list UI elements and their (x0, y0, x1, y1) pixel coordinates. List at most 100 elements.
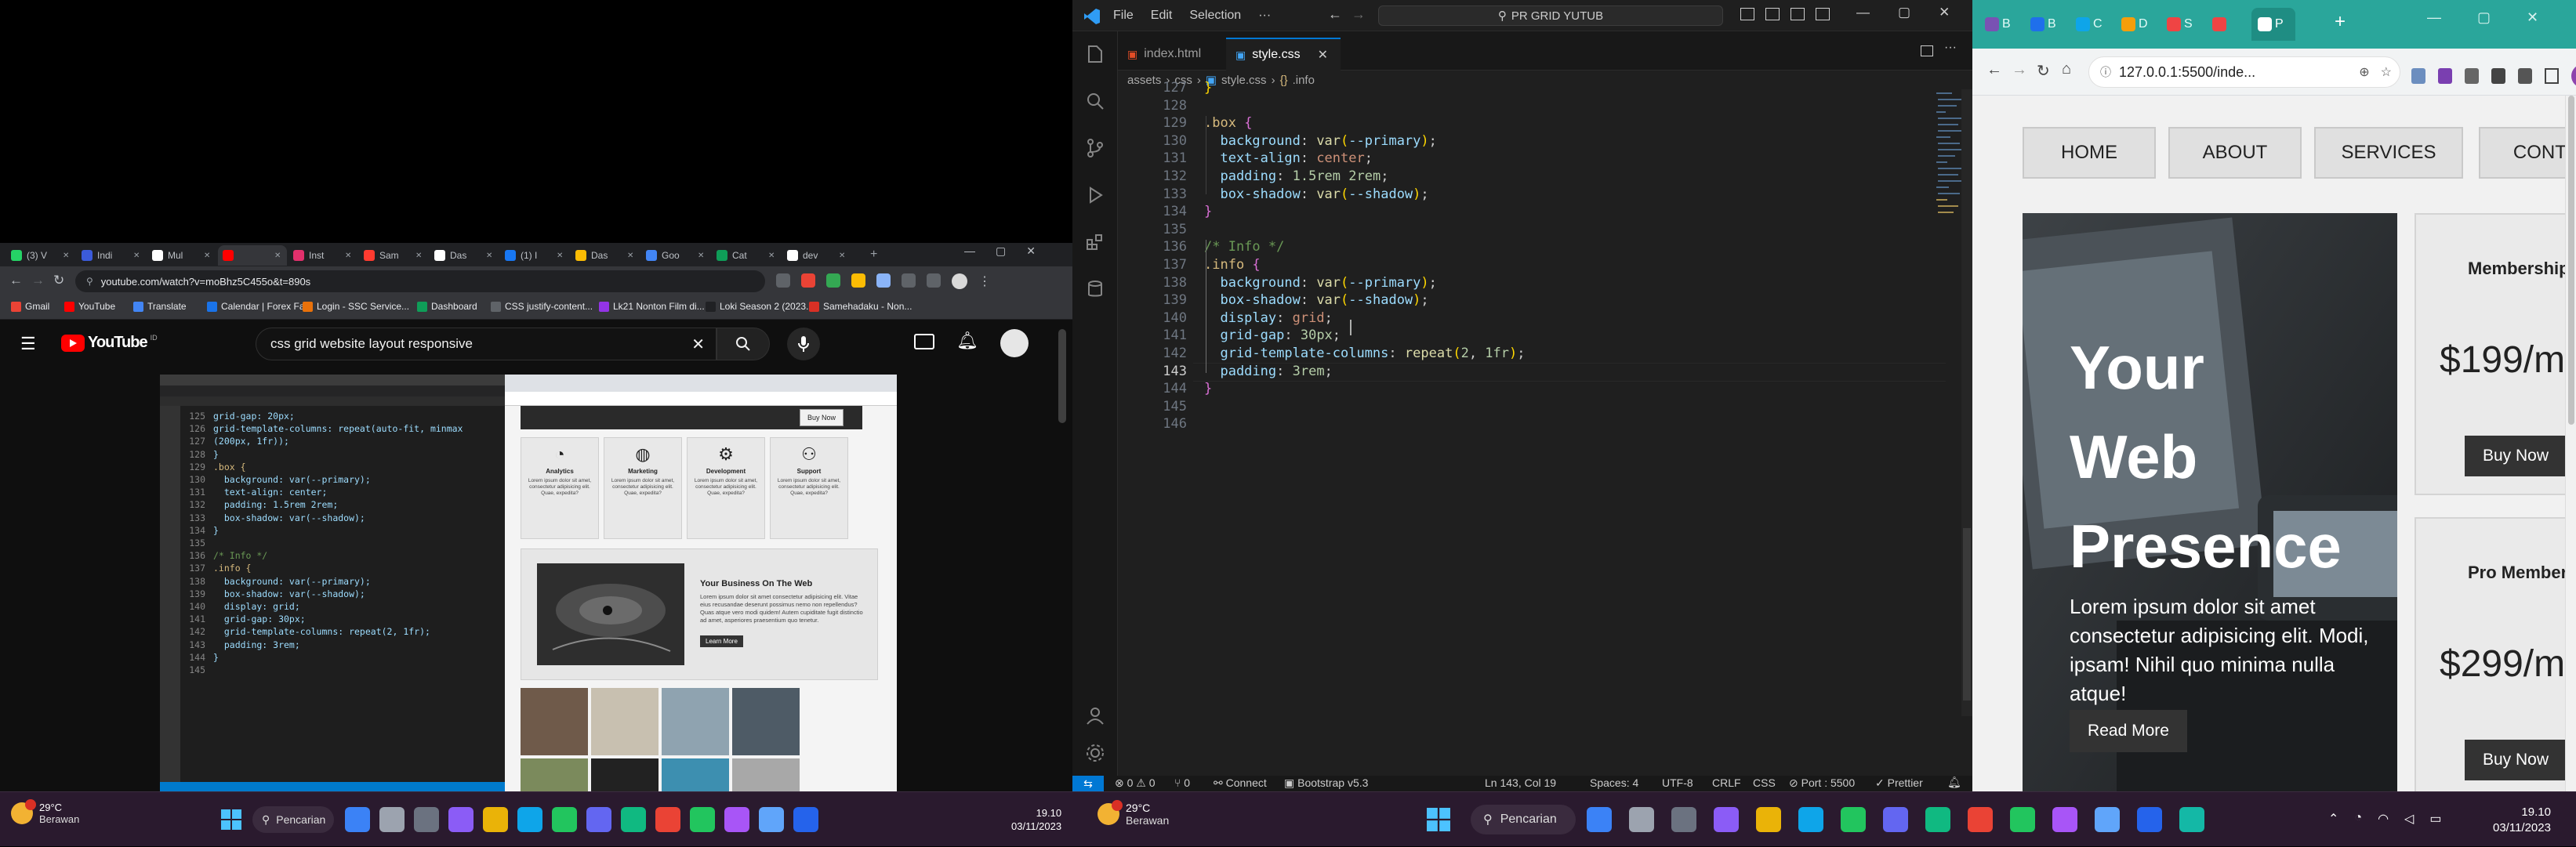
breadcrumb-item[interactable]: .info (1293, 74, 1315, 87)
browser-tab[interactable]: S (2161, 8, 2204, 41)
toggle-secondary-sidebar-icon[interactable] (1791, 8, 1805, 20)
bookmark-item[interactable]: Translate (133, 301, 187, 312)
left-address-bar[interactable]: ⚲ youtube.com/watch?v=moBhz5C455o&t=890s (75, 270, 765, 292)
minimize-icon[interactable]: — (1856, 5, 1870, 20)
remote-indicator-icon[interactable]: ⇆ (1072, 776, 1104, 791)
show-hidden-icons-chevron[interactable]: ⌃ (2328, 811, 2338, 827)
browser-tab[interactable]: Indi ✕ (77, 245, 146, 266)
maximize-icon[interactable]: ▢ (996, 244, 1006, 258)
run-debug-icon[interactable] (1085, 185, 1105, 205)
volume-icon[interactable]: ◁ (2404, 811, 2414, 827)
youtube-logo[interactable]: YouTube ID (61, 334, 158, 352)
scrollbar-thumb[interactable] (2568, 96, 2574, 425)
profile-avatar[interactable]: M (2571, 64, 2576, 88)
maximize-icon[interactable]: ▢ (1898, 5, 1910, 20)
clock-right[interactable]: 19.10 03/11/2023 (2493, 805, 2551, 836)
notifications-bell-icon[interactable]: 🔔︎ (1947, 776, 1961, 789)
browser-tab[interactable]: Inst ✕ (288, 245, 357, 266)
menu-item[interactable]: Edit (1151, 9, 1173, 23)
live-server-status[interactable]: ⊘ Port : 5500 (1789, 776, 1855, 790)
windows-start-icon[interactable] (1427, 808, 1450, 831)
taskbar-app-icon[interactable] (1841, 807, 1866, 832)
nav-link[interactable]: HOME (2023, 127, 2156, 179)
extension-icon[interactable] (2465, 68, 2479, 84)
close-tab-icon[interactable]: ✕ (133, 252, 140, 260)
breadcrumb-item[interactable]: style.css (1221, 74, 1267, 87)
editor-scrollbar-track[interactable] (1961, 89, 1972, 716)
taskbar-app-icon[interactable] (1925, 807, 1950, 832)
taskbar-app-icon[interactable] (414, 807, 439, 832)
menu-item[interactable]: ··· (1258, 9, 1271, 23)
page-scrollbar[interactable] (1058, 329, 1066, 423)
browser-tab[interactable]: Das ✕ (430, 245, 499, 266)
extensions-icon[interactable] (1085, 232, 1105, 252)
taskbar-app-icon[interactable] (2052, 807, 2077, 832)
youtube-search-button[interactable] (717, 328, 770, 360)
accounts-icon[interactable] (1085, 705, 1105, 726)
taskbar-search-left[interactable]: ⚲ Pencarian (252, 806, 334, 833)
back-icon[interactable]: ← (1986, 61, 2002, 79)
buy-now-button[interactable]: Buy Now (2465, 436, 2567, 476)
taskbar-app-icon[interactable] (793, 807, 818, 832)
taskbar-app-icon[interactable] (586, 807, 611, 832)
customize-layout-icon[interactable] (1816, 8, 1830, 20)
windows-start-icon[interactable] (221, 809, 241, 830)
nav-link[interactable]: ABOUT (2168, 127, 2302, 179)
close-tab-icon[interactable]: ✕ (768, 252, 775, 260)
maximize-icon[interactable]: ▢ (2477, 9, 2491, 26)
taskbar-app-icon[interactable] (759, 807, 784, 832)
forward-icon[interactable]: → (31, 273, 45, 288)
clock-left[interactable]: 19.10 03/11/2023 (1011, 806, 1061, 833)
read-more-button[interactable]: Read More (2070, 710, 2187, 752)
network-icon[interactable]: ◔ (2354, 811, 2362, 827)
forward-arrow-icon[interactable]: → (1351, 6, 1366, 23)
close-tab-icon[interactable]: ✕ (839, 252, 845, 260)
taskbar-app-icon[interactable] (483, 807, 508, 832)
taskbar-app-icon[interactable] (724, 807, 749, 832)
menu-item[interactable]: Selection (1189, 9, 1241, 23)
extension-icon[interactable] (826, 273, 840, 288)
bookmark-item[interactable]: CSS justify-content... (491, 301, 593, 312)
bookmark-item[interactable]: Lk21 Nonton Film di... (599, 301, 705, 312)
explorer-icon[interactable] (1085, 44, 1105, 64)
close-tab-icon[interactable]: ✕ (274, 252, 281, 260)
taskbar-app-icon[interactable] (2010, 807, 2035, 832)
close-tab-icon[interactable]: ✕ (415, 252, 422, 260)
video-player[interactable]: 125 grid-gap: 20px; 126 grid-template-colum… (160, 375, 897, 791)
browser-tab[interactable]: Cat ✕ (712, 245, 781, 266)
taskbar-app-icon[interactable] (448, 807, 473, 832)
close-tab-icon[interactable]: ✕ (698, 252, 704, 260)
taskbar-app-icon[interactable] (2095, 807, 2120, 832)
menu-item[interactable]: File (1113, 9, 1134, 23)
taskbar-app-icon[interactable] (1629, 807, 1654, 832)
cursor-position[interactable]: Ln 143, Col 19 (1485, 776, 1556, 789)
close-tab-icon[interactable]: ✕ (63, 252, 69, 260)
taskbar-app-icon[interactable] (2179, 807, 2204, 832)
reload-icon[interactable]: ↻ (53, 273, 64, 288)
browser-tab[interactable]: (3) V ✕ (6, 245, 75, 266)
taskbar-search-right[interactable]: ⚲ Pencarian (1471, 805, 1576, 834)
browser-tab[interactable]: Das ✕ (571, 245, 640, 266)
taskbar-app-icon[interactable] (517, 807, 542, 832)
side-panel-icon[interactable] (2545, 68, 2559, 84)
database-icon[interactable] (1085, 279, 1105, 299)
new-tab-button[interactable]: + (2335, 11, 2346, 33)
bookmark-item[interactable]: Calendar | Forex Fa... (207, 301, 313, 312)
close-tab-icon[interactable]: ✕ (204, 252, 210, 260)
extension-icon[interactable] (851, 273, 865, 288)
taskbar-app-icon[interactable] (1968, 807, 1993, 832)
bookmark-item[interactable]: Login - SSC Service... (303, 301, 409, 312)
tab-search-icon[interactable] (2518, 68, 2532, 84)
browser-tab[interactable]: dev ✕ (782, 245, 851, 266)
taskbar-app-icon[interactable] (1671, 807, 1696, 832)
browser-tab[interactable]: B (1979, 8, 2023, 41)
taskbar-app-icon[interactable] (1587, 807, 1612, 832)
user-avatar[interactable] (1000, 329, 1029, 357)
back-icon[interactable]: ← (9, 273, 23, 288)
editor-scrollbar-thumb[interactable] (1963, 528, 1971, 700)
bookmark-item[interactable]: YouTube (64, 301, 115, 312)
bootstrap-status[interactable]: ▣ Bootstrap v5.3 (1284, 776, 1368, 790)
close-icon[interactable]: ✕ (2527, 9, 2538, 26)
taskbar-app-icon[interactable] (1756, 807, 1781, 832)
code-editor[interactable]: 127} 128 129 .box {130 background: var(--pr… (1118, 80, 1972, 776)
